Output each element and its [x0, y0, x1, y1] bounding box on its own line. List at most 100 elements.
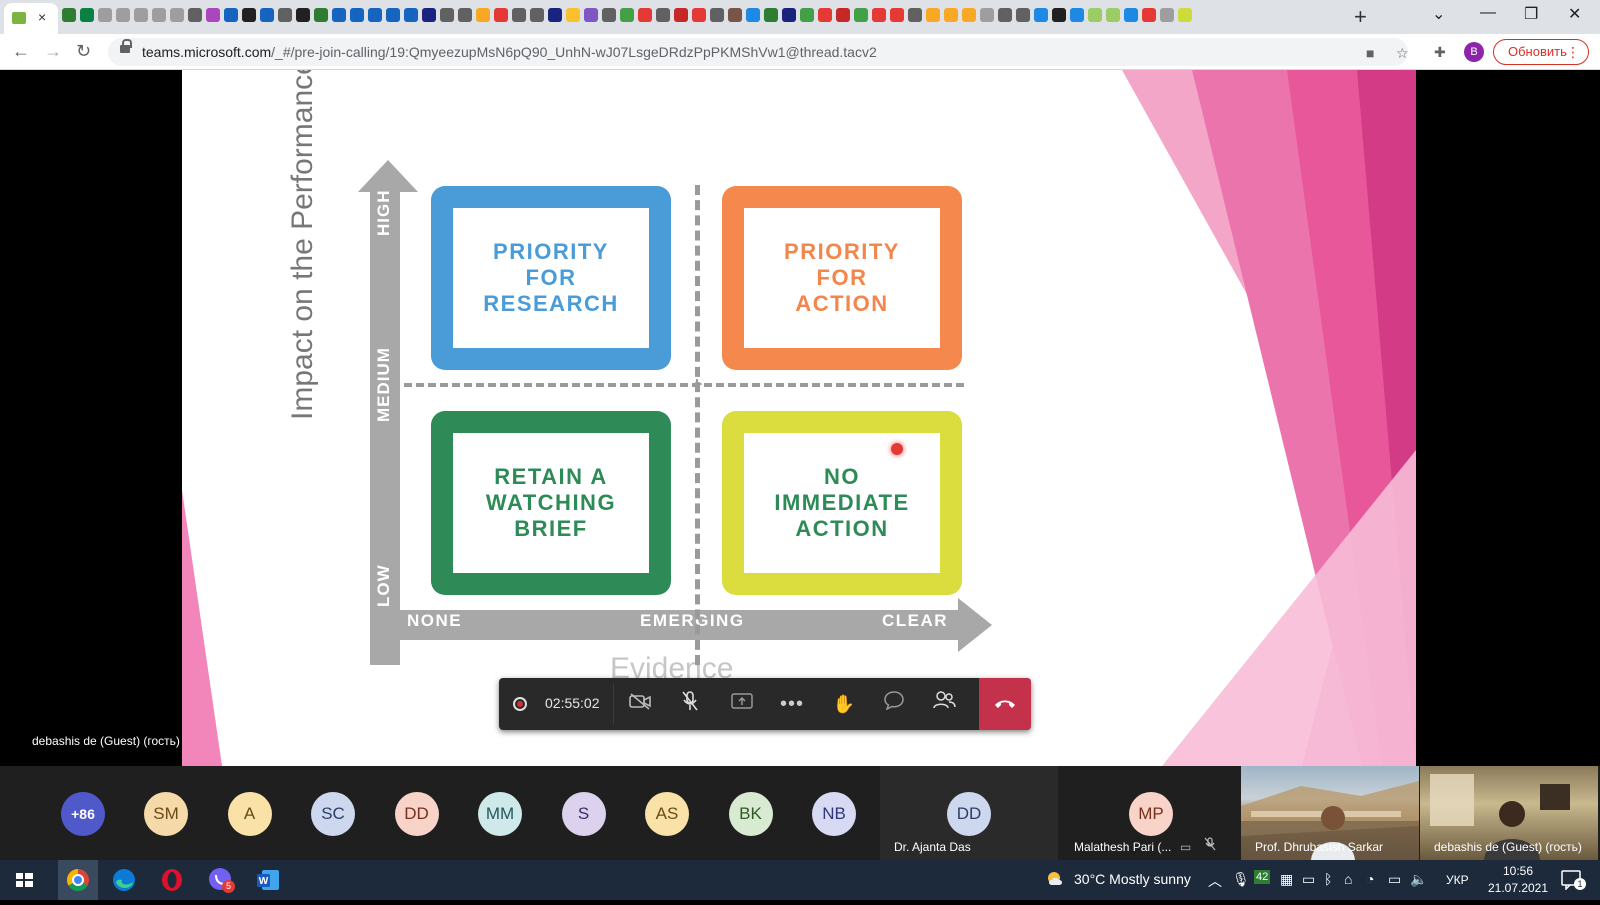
viber-icon[interactable]: 5: [206, 866, 235, 894]
pinned-tab-favicon-icon[interactable]: [548, 8, 562, 22]
pinned-tab-favicon-icon[interactable]: [998, 8, 1012, 22]
pinned-tab-favicon-icon[interactable]: [368, 8, 382, 22]
pinned-tab-favicon-icon[interactable]: [440, 8, 454, 22]
back-icon[interactable]: ←: [12, 41, 30, 62]
close-tab-icon[interactable]: ×: [38, 9, 46, 25]
tray-chevron-icon[interactable]: ︿: [1208, 871, 1222, 891]
pinned-tab-favicon-icon[interactable]: [224, 8, 238, 22]
pinned-tab-favicon-icon[interactable]: [314, 8, 328, 22]
word-icon[interactable]: W: [254, 866, 282, 894]
pinned-tab-favicon-icon[interactable]: [476, 8, 490, 22]
participants-icon[interactable]: [929, 690, 959, 718]
participant-avatar[interactable]: S: [561, 792, 606, 836]
participant-avatar[interactable]: MM: [478, 792, 522, 836]
restore-icon[interactable]: ❐: [1524, 4, 1538, 24]
lock-icon[interactable]: [120, 39, 132, 56]
weather-icon[interactable]: [1044, 868, 1066, 893]
pinned-tab-favicon-icon[interactable]: [620, 8, 634, 22]
weather-text[interactable]: 30°C Mostly sunny: [1074, 871, 1191, 887]
pinned-tab-favicon-icon[interactable]: [782, 8, 796, 22]
pinned-tab-favicon-icon[interactable]: [674, 8, 688, 22]
pinned-tab-favicon-icon[interactable]: [350, 8, 364, 22]
reload-icon[interactable]: ↻: [76, 41, 91, 62]
opera-icon[interactable]: [158, 866, 186, 894]
pinned-tab-favicon-icon[interactable]: [980, 8, 994, 22]
pinned-tab-favicon-icon[interactable]: [1106, 8, 1120, 22]
pinned-tab-favicon-icon[interactable]: [188, 8, 202, 22]
bluetooth-icon[interactable]: ᛒ: [1324, 871, 1332, 887]
minimize-icon[interactable]: —: [1480, 4, 1496, 22]
language-indicator[interactable]: УКР: [1446, 873, 1469, 887]
pinned-tab-favicon-icon[interactable]: [746, 8, 760, 22]
pinned-tab-favicon-icon[interactable]: [638, 8, 652, 22]
network-icon[interactable]: ⌂: [1344, 871, 1352, 887]
participant-avatar[interactable]: AS: [645, 792, 689, 836]
pinned-tab-favicon-icon[interactable]: [692, 8, 706, 22]
video-tile-debashis[interactable]: debashis de (Guest) (гость): [1420, 766, 1598, 860]
chrome-taskbar-item[interactable]: [58, 860, 98, 900]
pinned-tab-favicon-icon[interactable]: [854, 8, 868, 22]
tray-badge[interactable]: 42: [1254, 870, 1271, 884]
pinned-tab-favicon-icon[interactable]: [764, 8, 778, 22]
pinned-tab-favicon-icon[interactable]: [494, 8, 508, 22]
pinned-tab-favicon-icon[interactable]: [1178, 8, 1192, 22]
pinned-tab-favicon-icon[interactable]: [1160, 8, 1174, 22]
participant-avatar[interactable]: BK: [728, 792, 773, 836]
volume-icon[interactable]: 🔈: [1410, 871, 1427, 888]
pinned-tab-favicon-icon[interactable]: [926, 8, 940, 22]
close-window-icon[interactable]: ✕: [1568, 4, 1581, 24]
mic-tray-icon[interactable]: 🎙: [1232, 871, 1250, 888]
pinned-tab-favicon-icon[interactable]: [116, 8, 130, 22]
pinned-tab-favicon-icon[interactable]: [566, 8, 580, 22]
pinned-tab-favicon-icon[interactable]: [1088, 8, 1102, 22]
more-icon[interactable]: •••: [777, 690, 807, 718]
raise-hand-icon[interactable]: ✋: [829, 690, 859, 718]
participant-avatar[interactable]: DD: [394, 792, 439, 836]
profile-avatar[interactable]: B: [1464, 42, 1484, 62]
bookmark-star-icon[interactable]: ☆: [1396, 45, 1409, 62]
pinned-tab-favicon-icon[interactable]: [170, 8, 184, 22]
wifi-icon[interactable]: ◔: [1366, 871, 1374, 887]
pinned-tab-favicon-icon[interactable]: [332, 8, 346, 22]
pinned-tab-favicon-icon[interactable]: [890, 8, 904, 22]
pinned-tab-favicon-icon[interactable]: [1052, 8, 1066, 22]
pinned-tab-favicon-icon[interactable]: [908, 8, 922, 22]
pinned-tab-favicon-icon[interactable]: [872, 8, 886, 22]
pinned-tab-favicon-icon[interactable]: [944, 8, 958, 22]
camera-off-icon[interactable]: [625, 690, 655, 718]
participant-avatar[interactable]: NB: [812, 792, 856, 836]
edge-icon[interactable]: [110, 866, 138, 894]
start-icon[interactable]: [10, 866, 38, 894]
pinned-tab-favicon-icon[interactable]: [278, 8, 292, 22]
pinned-tab-favicon-icon[interactable]: [962, 8, 976, 22]
participant-avatar[interactable]: A: [227, 792, 272, 836]
tab-search-icon[interactable]: ⌄: [1432, 4, 1445, 24]
pinned-tab-favicon-icon[interactable]: [260, 8, 274, 22]
extensions-icon[interactable]: ✚: [1434, 44, 1446, 61]
share-icon[interactable]: [727, 690, 757, 718]
pinned-tab-favicon-icon[interactable]: [242, 8, 256, 22]
camera-blocked-icon[interactable]: ■: [1366, 45, 1374, 61]
battery-icon[interactable]: ▭: [1388, 871, 1401, 888]
pinned-tab-favicon-icon[interactable]: [800, 8, 814, 22]
pinned-tab-favicon-icon[interactable]: [1016, 8, 1030, 22]
tray-window-icon[interactable]: ▭: [1302, 871, 1315, 888]
update-button[interactable]: Обновить ⋮: [1493, 39, 1589, 65]
pinned-tab-favicon-icon[interactable]: [98, 8, 112, 22]
pinned-tab-favicon-icon[interactable]: [584, 8, 598, 22]
pinned-tab-favicon-icon[interactable]: [206, 8, 220, 22]
pinned-tab-favicon-icon[interactable]: [512, 8, 526, 22]
pinned-tab-favicon-icon[interactable]: [1142, 8, 1156, 22]
clock[interactable]: 10:56 21.07.2021: [1484, 863, 1552, 897]
pinned-tab-favicon-icon[interactable]: [62, 8, 76, 22]
pinned-tab-favicon-icon[interactable]: [1070, 8, 1084, 22]
chat-icon[interactable]: [879, 690, 909, 718]
pinned-tab-favicon-icon[interactable]: [80, 8, 94, 22]
mic-off-icon[interactable]: [675, 690, 705, 718]
more-participants-badge[interactable]: +86: [61, 792, 105, 836]
pinned-tab-favicon-icon[interactable]: [818, 8, 832, 22]
pinned-tab-favicon-icon[interactable]: [656, 8, 670, 22]
pinned-tab-favicon-icon[interactable]: [602, 8, 616, 22]
pinned-tab-favicon-icon[interactable]: [404, 8, 418, 22]
pinned-tab-favicon-icon[interactable]: [836, 8, 850, 22]
